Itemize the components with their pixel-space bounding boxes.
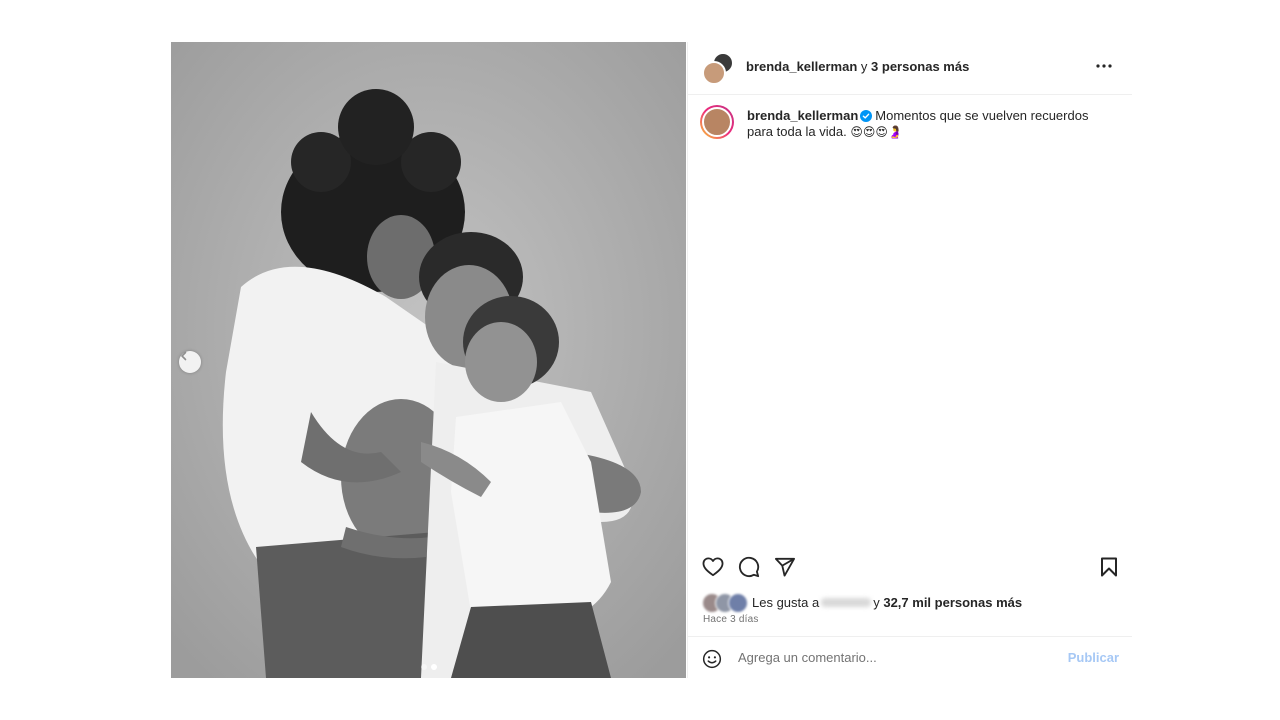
carousel-dot-active [431,664,437,670]
collab-avatars[interactable] [702,52,734,85]
heart-icon [702,557,724,577]
likes-count[interactable]: 32,7 mil personas más [883,595,1022,610]
action-bar [688,554,1132,584]
post-timestamp[interactable]: Hace 3 días [703,614,759,625]
like-button[interactable] [700,554,726,580]
comment-composer: Publicar [688,636,1132,679]
post-side-panel: brenda_kellerman y 3 personas más brenda… [687,42,1132,678]
carousel-indicator [421,664,437,670]
comment-icon [738,556,760,578]
comment-input[interactable] [738,646,1038,668]
collab-count-link[interactable]: 3 personas más [871,59,969,74]
more-options-button[interactable] [1092,56,1116,76]
comment-button[interactable] [736,554,762,580]
likes-summary[interactable]: Les gusta a y 32,7 mil personas más [702,592,1022,613]
blurred-liker-name [821,597,872,607]
chevron-left-icon [181,351,187,361]
verified-badge-icon [860,110,873,122]
post-author: brenda_kellerman y 3 personas más [746,59,969,74]
bookmark-icon [1101,557,1117,577]
caption-avatar[interactable] [700,105,734,139]
caption-emojis: 😍😍😍🤰 [850,125,903,139]
family-photo-illustration [171,42,686,678]
post-header: brenda_kellerman y 3 personas más [688,42,1132,95]
caption-username[interactable]: brenda_kellerman [747,108,858,123]
carousel-dot [421,664,427,670]
more-horizontal-icon [1096,64,1112,68]
caption-text: brenda_kellerman Momentos que se vuelven… [747,108,1107,140]
emoji-picker-icon[interactable] [702,649,722,669]
instagram-post: brenda_kellerman y 3 personas más brenda… [171,42,1132,678]
publish-button[interactable]: Publicar [1068,650,1119,665]
previous-photo-button[interactable] [179,351,201,373]
avatar [728,593,748,613]
collab-prefix: y [860,59,868,74]
avatar [702,61,726,85]
share-button[interactable] [772,554,798,580]
likes-connector: y [873,594,880,610]
author-username[interactable]: brenda_kellerman [746,59,857,74]
post-photo[interactable] [171,42,686,678]
liker-avatars [702,593,748,613]
save-button[interactable] [1096,554,1122,580]
likes-prefix: Les gusta a [752,594,820,610]
send-icon [775,557,795,577]
